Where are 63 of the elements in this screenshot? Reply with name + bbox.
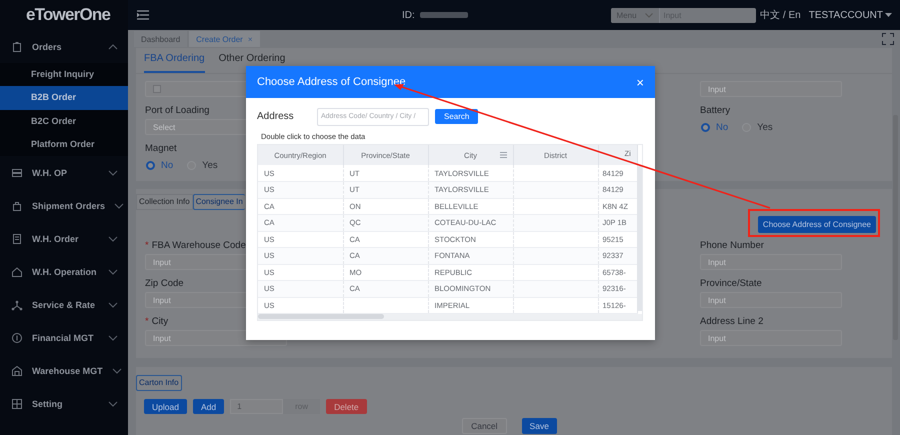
nav-subitem[interactable]: Freight Inquiry xyxy=(0,63,128,86)
section-tab[interactable]: Consignee In xyxy=(192,194,245,210)
upload-button[interactable]: Upload xyxy=(144,399,187,414)
input-field[interactable]: Input xyxy=(700,292,842,308)
nav-item[interactable]: Financial MGT xyxy=(0,321,128,354)
field-label: Battery xyxy=(700,104,730,117)
nav-item[interactable]: Setting xyxy=(0,387,128,420)
stack-icon xyxy=(11,166,23,178)
field-label: Address Line 2 xyxy=(700,315,764,328)
scrollbar[interactable] xyxy=(637,166,642,311)
search-button[interactable]: Search xyxy=(435,109,478,124)
field-label: Port of Loading xyxy=(145,104,210,117)
radio-option[interactable]: Yes xyxy=(187,160,218,170)
input-field[interactable]: Input xyxy=(700,254,842,270)
section-tab[interactable]: Carton Info xyxy=(136,375,182,391)
nav-item[interactable]: Orders xyxy=(0,30,128,63)
field-label: Zip Code xyxy=(145,277,184,290)
field-label: Address xyxy=(257,111,295,122)
nav-subitem[interactable]: B2B Order xyxy=(0,86,128,110)
nav-item[interactable]: Service & Rate xyxy=(0,288,128,321)
building-icon xyxy=(11,232,23,244)
grid-icon xyxy=(11,398,23,410)
dialog-title: Choose Address of Consignee xyxy=(257,76,406,88)
field-label: Province/State xyxy=(700,277,762,290)
account-menu[interactable]: TESTACCOUNT xyxy=(808,10,892,20)
coin-icon xyxy=(11,332,23,344)
delete-button[interactable]: Delete xyxy=(326,399,367,414)
house-icon xyxy=(11,266,23,278)
input-field[interactable]: Input xyxy=(700,81,842,97)
nav-subitem[interactable]: Platform Order xyxy=(0,132,128,156)
bag-icon xyxy=(11,200,23,212)
nav-item[interactable]: W.H. Operation xyxy=(0,255,128,288)
save-button[interactable]: Save xyxy=(522,418,557,434)
nav-item[interactable]: W.H. Order xyxy=(0,222,128,255)
section-tab[interactable]: Collection Info xyxy=(136,194,193,210)
nav-item[interactable]: W.H. OP xyxy=(0,156,128,189)
field-label: Magnet xyxy=(145,142,177,155)
nav-subitem[interactable]: B2C Order xyxy=(0,110,128,133)
fullscreen-icon xyxy=(882,33,894,45)
page-tab[interactable]: Dashboard xyxy=(134,31,188,47)
scrollbar[interactable] xyxy=(258,314,384,319)
radio-option[interactable]: Yes xyxy=(742,122,773,132)
nav-item[interactable]: Shipment Orders xyxy=(0,189,128,222)
logo: eTowerOne xyxy=(25,4,112,26)
nav-item[interactable]: Warehouse MGT xyxy=(0,354,128,387)
caret-icon xyxy=(885,13,892,17)
field-label: Phone Number xyxy=(700,239,764,252)
choose-address-button[interactable]: Choose Address of Consignee xyxy=(758,216,876,233)
warehouse-icon xyxy=(11,364,23,376)
menu-icon xyxy=(137,10,149,20)
chevron-icon xyxy=(644,12,652,18)
add-button[interactable]: Add xyxy=(192,399,224,414)
nodes-icon xyxy=(11,298,23,310)
language-link[interactable]: 中文 / En xyxy=(760,8,801,22)
id-label: ID: xyxy=(402,10,415,20)
input-field[interactable]: Input xyxy=(700,330,842,346)
field-label: * City xyxy=(145,315,168,328)
clipboard-icon xyxy=(11,40,23,52)
cancel-button[interactable]: Cancel xyxy=(462,418,507,434)
close-icon[interactable]: × xyxy=(636,74,644,90)
square-icon xyxy=(153,85,161,93)
redacted-block xyxy=(420,12,468,18)
field-label: * FBA Warehouse Code xyxy=(145,239,246,252)
